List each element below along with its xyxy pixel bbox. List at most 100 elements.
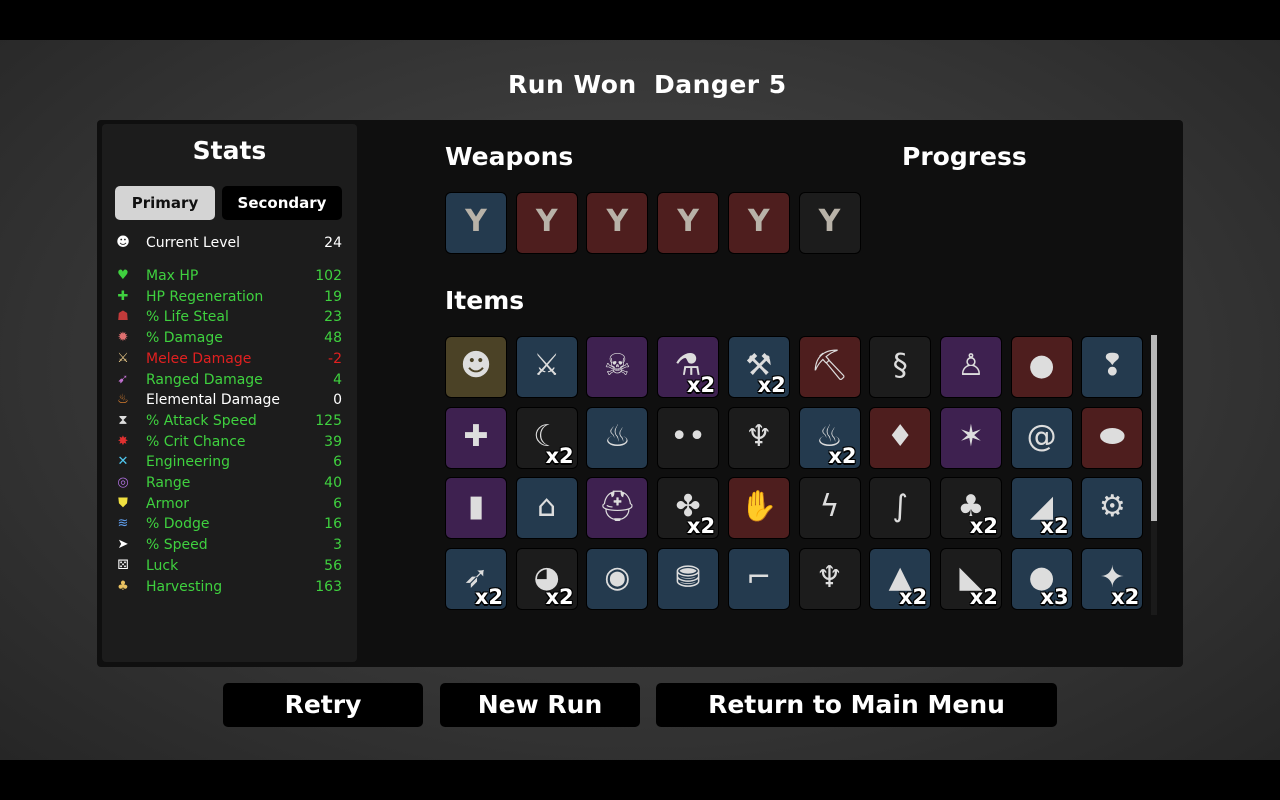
stat-row[interactable]: ♣ Harvesting 163: [114, 577, 342, 597]
stat-row[interactable]: ◎ Range 40: [114, 473, 342, 493]
armor-icon: ⛊: [118, 495, 128, 511]
item-count: x2: [686, 373, 716, 397]
tab-primary[interactable]: Primary: [115, 186, 215, 220]
stat-value: 19: [324, 288, 342, 305]
stats-panel: Stats Primary Secondary ☻ Current Level …: [102, 124, 357, 662]
item-slot[interactable]: ⚗ x2: [657, 336, 720, 398]
item-slot[interactable]: ♆: [727, 406, 790, 469]
item-slot[interactable]: ▲ x2: [869, 548, 932, 611]
stat-row[interactable]: ⚄ Luck 56: [114, 556, 342, 576]
stat-row[interactable]: ♨ Elemental Damage 0: [114, 390, 342, 410]
stat-label: Elemental Damage: [146, 392, 280, 409]
item-slot[interactable]: ••: [657, 406, 720, 469]
weapon-slot[interactable]: Y: [798, 192, 861, 254]
stat-row[interactable]: ☗ % Life Steal 23: [114, 307, 342, 327]
stat-row[interactable]: ✚ HP Regeneration 19: [114, 287, 342, 307]
retry-button[interactable]: Retry: [223, 683, 423, 727]
weapon-slot[interactable]: Y: [515, 192, 578, 254]
item-slot[interactable]: ◣ x2: [939, 548, 1002, 611]
anvil-icon: ⛏: [810, 348, 849, 383]
stat-row[interactable]: ♥ Max HP 102: [114, 266, 342, 286]
item-slot[interactable]: ✋: [727, 477, 790, 540]
items-title: Items: [445, 286, 525, 315]
tab-secondary[interactable]: Secondary: [222, 186, 342, 220]
item-slot[interactable]: ∫: [869, 477, 932, 540]
item-slot[interactable]: ⌂: [515, 477, 578, 540]
stat-row[interactable]: ⛊ Armor 6: [114, 494, 342, 514]
stat-row[interactable]: ≋ % Dodge 16: [114, 514, 342, 534]
item-slot[interactable]: ◕ x2: [515, 548, 578, 611]
item-slot[interactable]: ● x3: [1010, 548, 1073, 611]
item-slot[interactable]: ♆: [798, 548, 861, 611]
stat-label: % Damage: [146, 330, 223, 347]
stat-row[interactable]: ⧗ % Attack Speed 125: [114, 411, 342, 431]
item-slot[interactable]: ♨: [586, 406, 649, 469]
item-slot[interactable]: ⛑: [586, 477, 649, 540]
ribs-icon: ♦: [886, 418, 914, 454]
item-slot[interactable]: ✶: [939, 406, 1002, 469]
item-slot[interactable]: ✚: [445, 406, 507, 469]
weapon-slot[interactable]: Y: [657, 192, 720, 254]
mask-icon: ☻: [460, 348, 492, 383]
stat-row-level[interactable]: ☻ Current Level 24: [114, 233, 342, 253]
item-slot[interactable]: ☠: [586, 336, 649, 398]
item-slot[interactable]: ⌐: [727, 548, 790, 611]
new-run-button[interactable]: New Run: [440, 683, 640, 727]
stat-row[interactable]: ✹ % Damage 48: [114, 328, 342, 348]
item-slot[interactable]: ◉: [586, 548, 649, 611]
slingshot-icon: Y: [465, 204, 487, 239]
stat-value: 24: [324, 235, 342, 251]
stat-label: % Life Steal: [146, 309, 229, 326]
stat-row[interactable]: ⚔ Melee Damage -2: [114, 349, 342, 369]
stat-row[interactable]: ✕ Engineering 6: [114, 452, 342, 472]
items-scrollbar-thumb[interactable]: [1151, 335, 1157, 521]
main-menu-button[interactable]: Return to Main Menu: [656, 683, 1057, 727]
stat-label: Harvesting: [146, 578, 223, 595]
bucket-icon: ⛃: [675, 560, 701, 596]
weapon-slot[interactable]: Y: [445, 192, 507, 254]
item-slot[interactable]: ❢: [1081, 336, 1144, 398]
slingshot-icon: Y: [677, 204, 699, 239]
item-slot[interactable]: ♦: [869, 406, 932, 469]
flamingo-icon: ♆: [816, 560, 843, 596]
item-count: x2: [545, 443, 574, 468]
dodge-icon: ≋: [117, 516, 129, 532]
weapon-slot[interactable]: Y: [586, 192, 649, 254]
speed-icon: ➤: [117, 537, 129, 553]
stat-row[interactable]: ➤ % Speed 3: [114, 535, 342, 555]
item-slot[interactable]: ●: [1010, 336, 1073, 398]
item-slot[interactable]: ϟ: [798, 477, 861, 540]
item-slot[interactable]: ➶ x2: [445, 548, 507, 611]
item-slot[interactable]: ⛃: [657, 548, 720, 611]
item-slot[interactable]: ☻: [445, 336, 507, 398]
item-count: x2: [1111, 585, 1140, 610]
item-slot[interactable]: @: [1010, 406, 1073, 469]
item-slot[interactable]: ⚔: [515, 336, 578, 398]
item-count: x2: [757, 373, 786, 397]
item-slot[interactable]: ⚙: [1081, 477, 1144, 540]
stat-row[interactable]: ➹ Ranged Damage 4: [114, 370, 342, 390]
hand-bone-icon: ✋: [740, 489, 778, 525]
red-target-icon: ◉: [604, 560, 631, 596]
item-slot[interactable]: ♙: [939, 336, 1002, 398]
stat-label: Engineering: [146, 454, 230, 471]
weapon-slot[interactable]: Y: [727, 192, 790, 254]
stat-row[interactable]: ✸ % Crit Chance 39: [114, 432, 342, 452]
stat-label: % Crit Chance: [146, 433, 246, 450]
stat-label: Armor: [146, 495, 190, 512]
progress-title: Progress: [902, 142, 1027, 171]
item-slot[interactable]: ✤ x2: [657, 477, 720, 540]
item-slot[interactable]: ⚒ x2: [727, 336, 790, 398]
item-slot[interactable]: ♣ x2: [939, 477, 1002, 540]
slingshot-icon: Y: [818, 204, 841, 239]
item-slot[interactable]: ▮: [445, 477, 507, 540]
item-slot[interactable]: ◢ x2: [1010, 477, 1073, 540]
items-scrollbar[interactable]: [1151, 335, 1157, 615]
item-slot[interactable]: ☾ x2: [515, 406, 578, 469]
item-slot[interactable]: §: [869, 336, 932, 398]
stat-label: Current Level: [146, 235, 240, 251]
item-slot[interactable]: ♨ x2: [798, 406, 861, 469]
item-slot[interactable]: ⬬: [1081, 406, 1144, 469]
item-slot[interactable]: ✦ x2: [1081, 548, 1144, 611]
item-slot[interactable]: ⛏: [798, 336, 861, 398]
